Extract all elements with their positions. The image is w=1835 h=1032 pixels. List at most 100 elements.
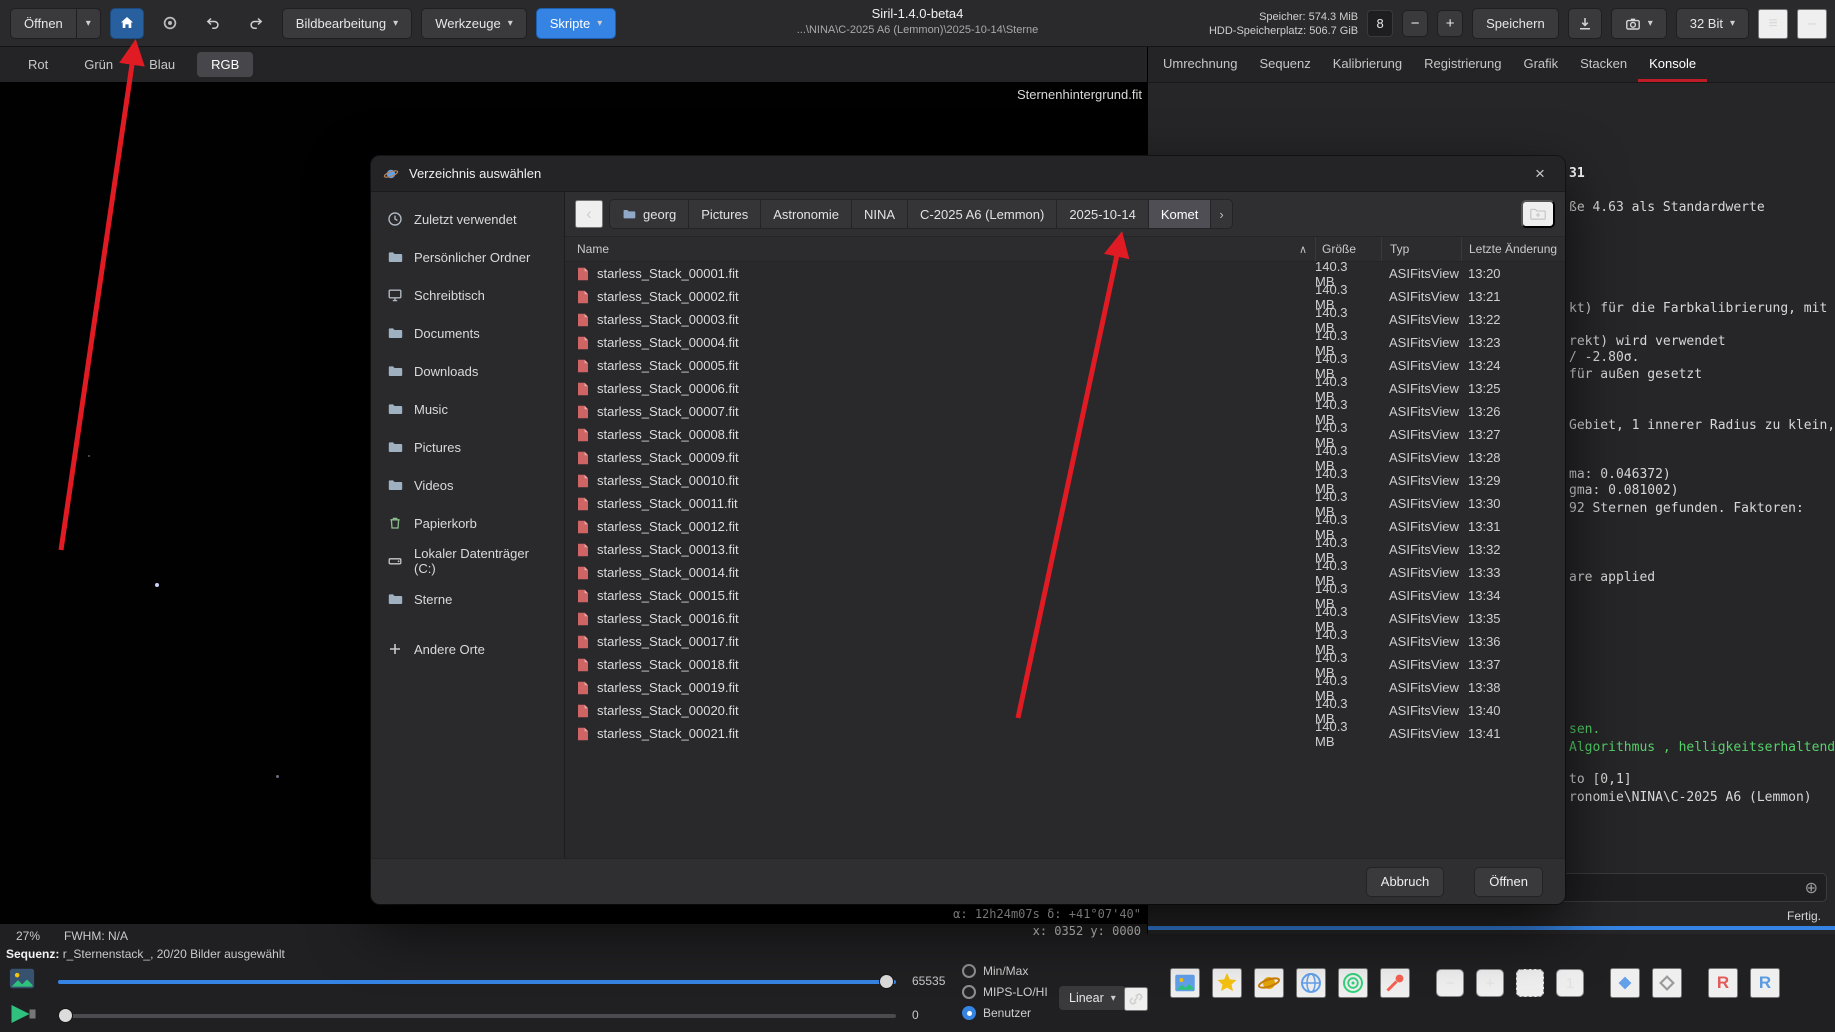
dialog-titlebar[interactable]: Verzeichnis auswählen × bbox=[371, 156, 1565, 192]
slider-track[interactable] bbox=[58, 1014, 896, 1018]
low-level-slider[interactable] bbox=[58, 1008, 896, 1024]
file-row[interactable]: starless_Stack_00015.fit 140.3 MB ASIFit… bbox=[565, 584, 1565, 607]
sidebar-item-recent[interactable]: Zuletzt verwendet bbox=[378, 200, 557, 238]
sidebar-item-home[interactable]: Persönlicher Ordner bbox=[378, 238, 557, 276]
radio-checked-icon[interactable] bbox=[962, 1006, 976, 1020]
one-to-one-button[interactable]: 1 bbox=[1556, 969, 1584, 997]
radio-minmax[interactable]: Min/Max bbox=[962, 964, 1028, 978]
column-header-size[interactable]: Größe bbox=[1315, 237, 1381, 261]
tab-sequenz[interactable]: Sequenz bbox=[1248, 47, 1321, 82]
comet-button[interactable] bbox=[1380, 968, 1410, 998]
mirror-y-button[interactable] bbox=[1652, 968, 1682, 998]
scripts-menu-button[interactable]: Skripte▾ bbox=[536, 8, 617, 39]
tab-red[interactable]: Rot bbox=[14, 52, 62, 77]
star-detection-button[interactable] bbox=[1212, 968, 1242, 998]
open-button[interactable]: Öffnen bbox=[10, 8, 77, 39]
preview-thumbnail[interactable] bbox=[9, 968, 35, 994]
file-row[interactable]: starless_Stack_00017.fit 140.3 MB ASIFit… bbox=[565, 630, 1565, 653]
slider-handle[interactable] bbox=[58, 1008, 73, 1023]
threads-value[interactable]: 8 bbox=[1367, 10, 1393, 37]
column-header-name[interactable]: Name ∧ bbox=[565, 237, 1315, 261]
tools-menu-button[interactable]: Werkzeuge▾ bbox=[421, 8, 527, 39]
threads-increase-button[interactable]: + bbox=[1437, 10, 1463, 37]
sidebar-item-sterne[interactable]: Sterne bbox=[378, 580, 557, 618]
slider-handle[interactable] bbox=[879, 974, 894, 989]
zoom-in-button[interactable]: + bbox=[1476, 969, 1504, 997]
tab-konsole[interactable]: Konsole bbox=[1638, 47, 1707, 82]
image-editing-menu-button[interactable]: Bildbearbeitung▾ bbox=[282, 8, 412, 39]
file-row[interactable]: starless_Stack_00006.fit 140.3 MB ASIFit… bbox=[565, 377, 1565, 400]
file-row[interactable]: starless_Stack_00016.fit 140.3 MB ASIFit… bbox=[565, 607, 1565, 630]
sidebar-item-documents[interactable]: Documents bbox=[378, 314, 557, 352]
file-row[interactable]: starless_Stack_00009.fit 140.3 MB ASIFit… bbox=[565, 446, 1565, 469]
record-button[interactable] bbox=[153, 8, 187, 39]
save-button[interactable]: Speichern bbox=[1472, 8, 1559, 39]
new-folder-button[interactable] bbox=[1521, 200, 1555, 228]
bit-depth-button[interactable]: 32 Bit▾ bbox=[1676, 8, 1749, 39]
column-header-type[interactable]: Typ bbox=[1381, 237, 1461, 261]
photometry-target-button[interactable] bbox=[1338, 968, 1368, 998]
high-level-slider[interactable] bbox=[58, 974, 896, 990]
radio-user[interactable]: Benutzer bbox=[962, 1006, 1031, 1020]
breadcrumb-pictures[interactable]: Pictures bbox=[689, 199, 761, 229]
sidebar-item-desktop[interactable]: Schreibtisch bbox=[378, 276, 557, 314]
open-dropdown-button[interactable]: ▾ bbox=[77, 8, 101, 39]
fit-selection-button[interactable] bbox=[1516, 969, 1544, 997]
radio-mips[interactable]: MIPS-LO/HI bbox=[962, 985, 1048, 999]
sidebar-item-trash[interactable]: Papierkorb bbox=[378, 504, 557, 542]
breadcrumb-2025-10-14[interactable]: 2025-10-14 bbox=[1057, 199, 1149, 229]
breadcrumb-nina[interactable]: NINA bbox=[852, 199, 908, 229]
tab-stacken[interactable]: Stacken bbox=[1569, 47, 1638, 82]
back-button[interactable]: ‹ bbox=[575, 200, 603, 228]
snapshot-button[interactable]: ▾ bbox=[1611, 8, 1667, 39]
open-confirm-button[interactable]: Öffnen bbox=[1474, 867, 1543, 897]
sidebar-item-pictures[interactable]: Pictures bbox=[378, 428, 557, 466]
tab-registrierung[interactable]: Registrierung bbox=[1413, 47, 1512, 82]
file-row[interactable]: starless_Stack_00007.fit 140.3 MB ASIFit… bbox=[565, 400, 1565, 423]
tab-green[interactable]: Grün bbox=[70, 52, 127, 77]
blue-channel-button[interactable]: R bbox=[1750, 968, 1780, 998]
home-button[interactable] bbox=[110, 8, 144, 39]
sidebar-item-drive-c[interactable]: Lokaler Datenträger (C:) bbox=[378, 542, 557, 580]
planet-button[interactable] bbox=[1254, 968, 1284, 998]
tab-blue[interactable]: Blau bbox=[135, 52, 189, 77]
minimize-button[interactable]: – bbox=[1797, 9, 1827, 39]
sidebar-item-music[interactable]: Music bbox=[378, 390, 557, 428]
file-row[interactable]: starless_Stack_00008.fit 140.3 MB ASIFit… bbox=[565, 423, 1565, 446]
tab-rgb[interactable]: RGB bbox=[197, 52, 253, 77]
file-row[interactable]: starless_Stack_00005.fit 140.3 MB ASIFit… bbox=[565, 354, 1565, 377]
astrometry-globe-button[interactable] bbox=[1296, 968, 1326, 998]
link-channels-button[interactable] bbox=[1124, 987, 1148, 1011]
file-row[interactable]: starless_Stack_00002.fit 140.3 MB ASIFit… bbox=[565, 285, 1565, 308]
breadcrumb-georg[interactable]: georg bbox=[609, 199, 689, 229]
red-channel-button[interactable]: R bbox=[1708, 968, 1738, 998]
file-row[interactable]: starless_Stack_00012.fit 140.3 MB ASIFit… bbox=[565, 515, 1565, 538]
file-row[interactable]: starless_Stack_00014.fit 140.3 MB ASIFit… bbox=[565, 561, 1565, 584]
tab-kalibrierung[interactable]: Kalibrierung bbox=[1322, 47, 1413, 82]
command-history-icon[interactable]: ⊕ bbox=[1805, 878, 1818, 897]
cancel-button[interactable]: Abbruch bbox=[1366, 867, 1444, 897]
sidebar-item-videos[interactable]: Videos bbox=[378, 466, 557, 504]
sidebar-item-downloads[interactable]: Downloads bbox=[378, 352, 557, 390]
redo-button[interactable] bbox=[239, 8, 273, 39]
zoom-out-button[interactable]: − bbox=[1436, 969, 1464, 997]
display-mode-dropdown[interactable]: Linear ▾ bbox=[1058, 985, 1127, 1011]
breadcrumb-c2025-a6[interactable]: C-2025 A6 (Lemmon) bbox=[908, 199, 1057, 229]
column-header-modified[interactable]: Letzte Änderung bbox=[1461, 237, 1565, 261]
close-icon[interactable]: × bbox=[1527, 161, 1553, 187]
save-as-button[interactable] bbox=[1568, 8, 1602, 39]
file-row[interactable]: starless_Stack_00020.fit 140.3 MB ASIFit… bbox=[565, 699, 1565, 722]
file-row[interactable]: starless_Stack_00001.fit 140.3 MB ASIFit… bbox=[565, 262, 1565, 285]
tab-umrechnung[interactable]: Umrechnung bbox=[1152, 47, 1248, 82]
file-row[interactable]: starless_Stack_00003.fit 140.3 MB ASIFit… bbox=[565, 308, 1565, 331]
mirror-x-button[interactable] bbox=[1610, 968, 1640, 998]
file-row[interactable]: starless_Stack_00010.fit 140.3 MB ASIFit… bbox=[565, 469, 1565, 492]
breadcrumb-overflow-button[interactable]: › bbox=[1211, 199, 1232, 229]
breadcrumb-komet[interactable]: Komet bbox=[1149, 199, 1212, 229]
tab-grafik[interactable]: Grafik bbox=[1512, 47, 1569, 82]
file-row[interactable]: starless_Stack_00013.fit 140.3 MB ASIFit… bbox=[565, 538, 1565, 561]
file-row[interactable]: starless_Stack_00018.fit 140.3 MB ASIFit… bbox=[565, 653, 1565, 676]
file-row[interactable]: starless_Stack_00004.fit 140.3 MB ASIFit… bbox=[565, 331, 1565, 354]
file-row[interactable]: starless_Stack_00021.fit 140.3 MB ASIFit… bbox=[565, 722, 1565, 745]
undo-button[interactable] bbox=[196, 8, 230, 39]
